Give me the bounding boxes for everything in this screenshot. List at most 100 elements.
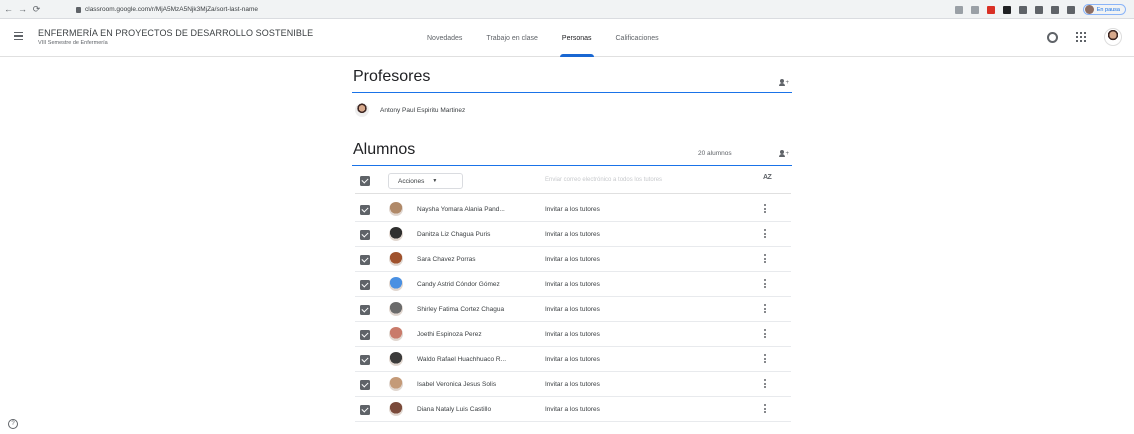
student-checkbox[interactable] bbox=[360, 380, 370, 390]
student-checkbox[interactable] bbox=[360, 405, 370, 415]
student-checkbox[interactable] bbox=[360, 205, 370, 215]
menu-icon[interactable] bbox=[14, 32, 23, 42]
student-checkbox[interactable] bbox=[360, 255, 370, 265]
invite-guardians-link[interactable]: Invitar a los tutores bbox=[545, 381, 600, 388]
profile-avatar bbox=[1084, 5, 1094, 14]
student-checkbox[interactable] bbox=[360, 305, 370, 315]
actions-divider bbox=[355, 193, 791, 194]
more-options-icon[interactable] bbox=[764, 329, 766, 340]
profile-label: En pausa bbox=[1096, 6, 1120, 13]
sidebar-icon[interactable] bbox=[1066, 5, 1075, 14]
profile-chip[interactable]: En pausa bbox=[1082, 4, 1126, 15]
class-subtitle: VIII Semestre de Enfermería bbox=[38, 40, 108, 46]
avatar bbox=[389, 377, 403, 391]
invite-guardians-link[interactable]: Invitar a los tutores bbox=[545, 406, 600, 413]
more-options-icon[interactable] bbox=[764, 379, 766, 390]
student-name[interactable]: Shirley Fatima Cortez Chagua bbox=[417, 306, 541, 313]
invite-guardians-link[interactable]: Invitar a los tutores bbox=[545, 256, 600, 263]
invite-guardians-link[interactable]: Invitar a los tutores bbox=[545, 356, 600, 363]
caret-down-icon: ▼ bbox=[432, 178, 438, 184]
lock-icon bbox=[76, 6, 81, 13]
invite-guardians-link[interactable]: Invitar a los tutores bbox=[545, 281, 600, 288]
student-name[interactable]: Waldo Rafael Huachhuaco R... bbox=[417, 356, 541, 363]
student-name[interactable]: Naysha Yomara Alania Pand... bbox=[417, 206, 541, 213]
more-options-icon[interactable] bbox=[764, 354, 766, 365]
avatar bbox=[389, 402, 403, 416]
more-options-icon[interactable] bbox=[764, 229, 766, 240]
add-teacher-icon[interactable]: + bbox=[779, 79, 789, 87]
extensions: En pausa bbox=[954, 3, 1126, 16]
teacher-name: Antony Paul Espiritu Martinez bbox=[380, 106, 466, 114]
student-row: Sara Chavez Porras Invitar a los tutores bbox=[355, 247, 791, 272]
avatar bbox=[389, 302, 403, 316]
actions-dropdown[interactable]: Acciones ▼ bbox=[388, 173, 463, 189]
student-name[interactable]: Candy Astrid Cóndor Gómez bbox=[417, 281, 541, 288]
account-avatar[interactable] bbox=[1104, 28, 1122, 46]
student-checkbox[interactable] bbox=[360, 355, 370, 365]
teachers-title: Profesores bbox=[353, 68, 431, 85]
student-row: Candy Astrid Cóndor Gómez Invitar a los t… bbox=[355, 272, 791, 297]
student-name[interactable]: Sara Chavez Porras bbox=[417, 256, 541, 263]
url-text: classroom.google.com/r/MjA5MzA5Njk3MjZa/… bbox=[85, 6, 259, 13]
student-row: Isabel Veronica Jesus Solis Invitar a los… bbox=[355, 372, 791, 397]
student-name[interactable]: Diana Nataly Luis Castillo bbox=[417, 406, 541, 413]
student-row: Danitza Liz Chagua Puris Invitar a los tu… bbox=[355, 222, 791, 247]
reload-icon[interactable]: ⟳ bbox=[31, 4, 42, 15]
invite-guardians-link[interactable]: Invitar a los tutores bbox=[545, 231, 600, 238]
puzzle-icon[interactable] bbox=[1050, 5, 1059, 14]
teacher-row: Antony Paul Espiritu Martinez bbox=[355, 101, 465, 119]
browser-toolbar: ← → ⟳ classroom.google.com/r/MjA5MzA5Njk… bbox=[0, 0, 1134, 19]
student-row: Waldo Rafael Huachhuaco R... Invitar a lo… bbox=[355, 347, 791, 372]
tab-trabajo-en-clase[interactable]: Trabajo en clase bbox=[474, 19, 550, 57]
back-icon[interactable]: ← bbox=[3, 4, 14, 15]
actions-row: Acciones ▼ Enviar correo electrónico a t… bbox=[355, 171, 791, 191]
student-name[interactable]: Isabel Veronica Jesus Solis bbox=[417, 381, 541, 388]
avatar bbox=[389, 277, 403, 291]
avatar bbox=[389, 327, 403, 341]
header-actions bbox=[1047, 28, 1122, 46]
more-options-icon[interactable] bbox=[764, 404, 766, 415]
invite-guardians-link[interactable]: Invitar a los tutores bbox=[545, 331, 600, 338]
sort-az-icon[interactable]: AZ bbox=[763, 174, 772, 181]
avatar bbox=[389, 352, 403, 366]
student-row: Joethi Espinoza Perez Invitar a los tutor… bbox=[355, 322, 791, 347]
email-all-guardians-link: Enviar correo electrónico a todos los tu… bbox=[545, 177, 663, 183]
more-options-icon[interactable] bbox=[764, 279, 766, 290]
invite-guardians-link[interactable]: Invitar a los tutores bbox=[545, 206, 600, 213]
tab-calificaciones[interactable]: Calificaciones bbox=[604, 19, 671, 57]
star-icon[interactable] bbox=[970, 5, 979, 14]
teachers-divider bbox=[352, 92, 792, 93]
students-divider bbox=[352, 165, 792, 166]
more-options-icon[interactable] bbox=[764, 204, 766, 215]
student-checkbox[interactable] bbox=[360, 280, 370, 290]
more-options-icon[interactable] bbox=[764, 254, 766, 265]
student-checkbox[interactable] bbox=[360, 330, 370, 340]
invite-guardians-link[interactable]: Invitar a los tutores bbox=[545, 306, 600, 313]
student-row: Diana Nataly Luis Castillo Invitar a los … bbox=[355, 397, 791, 422]
actions-label: Acciones bbox=[398, 177, 425, 185]
tab-bar: Novedades Trabajo en clase Personas Cali… bbox=[415, 19, 671, 57]
more-options-icon[interactable] bbox=[764, 304, 766, 315]
tab-personas[interactable]: Personas bbox=[550, 19, 604, 57]
help-icon[interactable]: ? bbox=[8, 419, 18, 429]
students-count: 20 alumnos bbox=[698, 150, 732, 157]
class-title[interactable]: ENFERMERÍA EN PROYECTOS DE DESARROLLO SO… bbox=[38, 28, 313, 38]
extension-icon[interactable] bbox=[1034, 5, 1043, 14]
extension-icon[interactable] bbox=[1018, 5, 1027, 14]
screen: ← → ⟳ classroom.google.com/r/MjA5MzA5Njk… bbox=[0, 0, 1134, 434]
share-icon[interactable] bbox=[954, 5, 963, 14]
gear-icon[interactable] bbox=[1047, 31, 1058, 43]
add-student-icon[interactable]: + bbox=[779, 150, 789, 158]
student-name[interactable]: Joethi Espinoza Perez bbox=[417, 331, 541, 338]
address-bar[interactable]: classroom.google.com/r/MjA5MzA5Njk3MjZa/… bbox=[72, 3, 892, 16]
student-name[interactable]: Danitza Liz Chagua Puris bbox=[417, 231, 541, 238]
avatar bbox=[389, 202, 403, 216]
tab-novedades[interactable]: Novedades bbox=[415, 19, 474, 57]
apps-grid-icon[interactable] bbox=[1076, 32, 1086, 42]
extension-icon[interactable] bbox=[986, 5, 995, 14]
extension-icon[interactable] bbox=[1002, 5, 1011, 14]
select-all-checkbox[interactable] bbox=[360, 176, 370, 186]
forward-icon[interactable]: → bbox=[17, 4, 28, 15]
avatar bbox=[389, 227, 403, 241]
student-checkbox[interactable] bbox=[360, 230, 370, 240]
